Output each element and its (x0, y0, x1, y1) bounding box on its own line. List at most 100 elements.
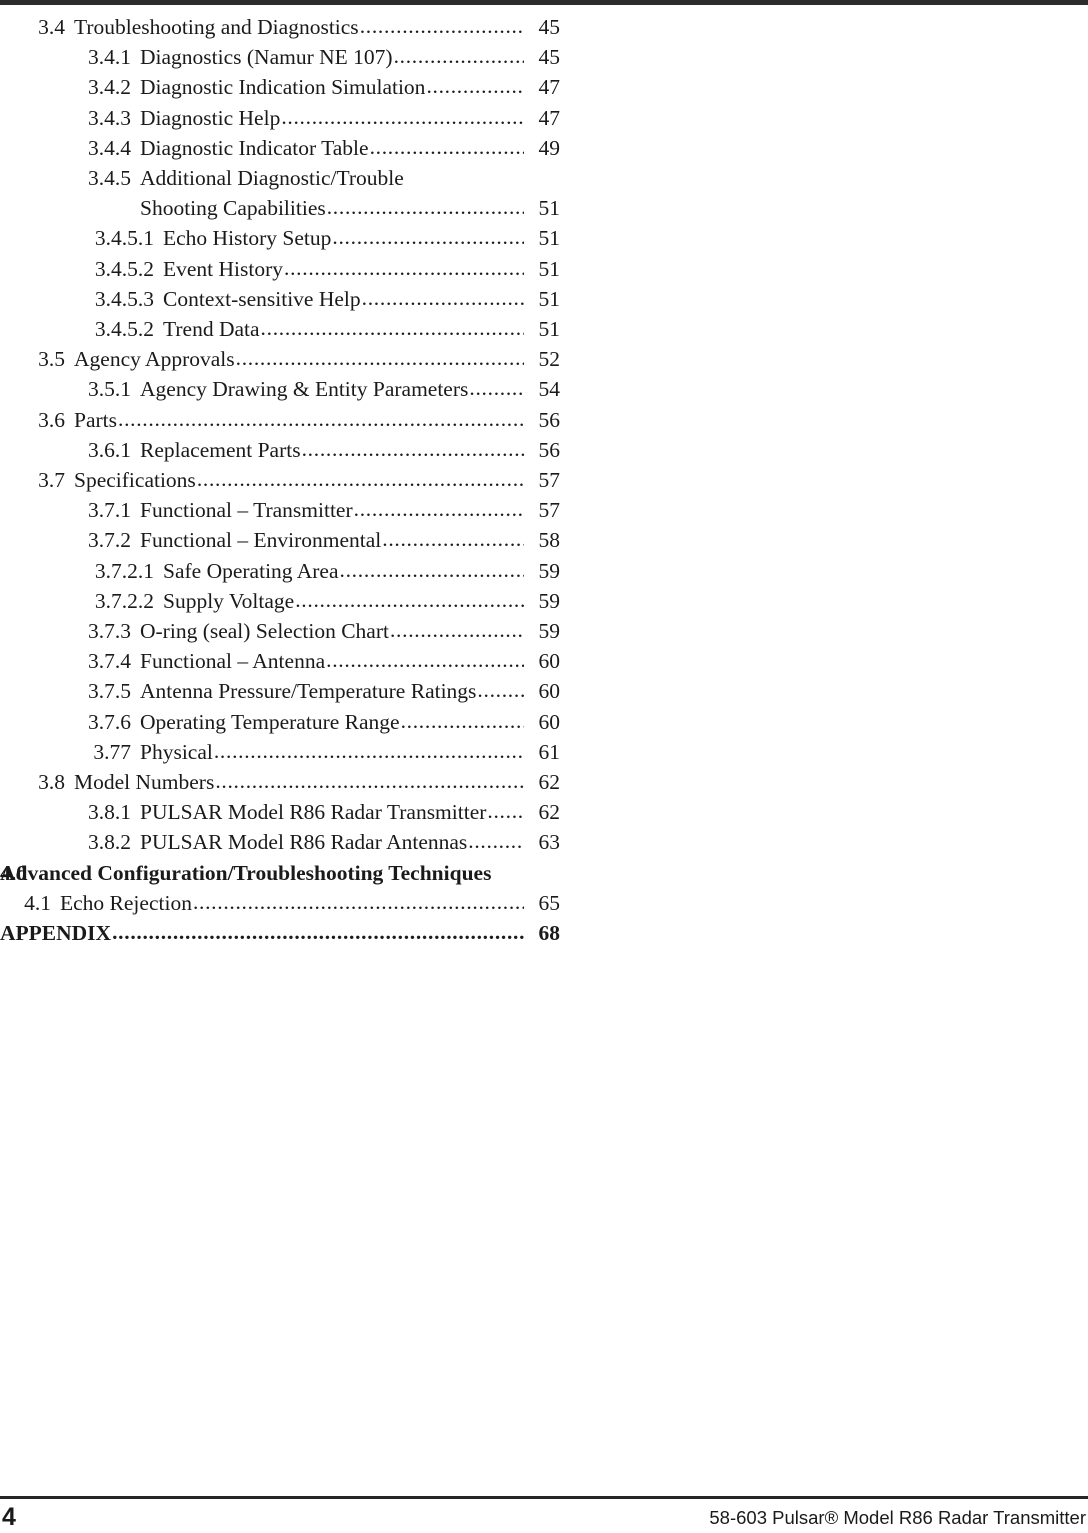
toc-entry-title: Advanced Configuration/Troubleshooting T… (0, 860, 492, 885)
dot-leader (468, 373, 524, 403)
toc-entry-number: 3.4.5.2 (94, 256, 154, 281)
toc-entry-number: 3.6 (38, 407, 65, 432)
toc-entry-title: Operating Temperature Range (140, 709, 400, 734)
dot-leader (117, 404, 524, 434)
toc-entry-number: 3.5 (38, 347, 65, 372)
dot-leader (235, 343, 524, 373)
dot-leader (196, 464, 524, 494)
toc-entry[interactable]: 3.4.5.2 Event History 51 (0, 254, 560, 284)
toc-entry-page: 51 (538, 196, 561, 221)
toc-entry[interactable]: 3.4.5.2 Trend Data 51 (0, 314, 560, 344)
toc-entry-number: 3.4.1 (88, 45, 131, 70)
toc-entry[interactable]: 4.1 Echo Rejection 65 (0, 888, 560, 918)
toc-entry[interactable]: 3.7.2.2 Supply Voltage 59 (0, 586, 560, 616)
toc-entry-page: 59 (538, 619, 561, 644)
dot-leader (192, 887, 524, 917)
toc-entry-title: O-ring (seal) Selection Chart (140, 619, 389, 644)
toc-entry[interactable]: 3.4.4 Diagnostic Indicator Table 49 (0, 133, 560, 163)
dot-leader (280, 102, 524, 132)
toc-entry-title: Trend Data (163, 317, 260, 342)
toc-entry-page: 60 (538, 679, 561, 704)
toc-entry-page: 57 (538, 498, 561, 523)
toc-entry-title: Model Numbers (74, 770, 215, 795)
toc-entry-title: Echo History Setup (163, 226, 332, 251)
toc-entry-title: Supply Voltage (163, 588, 295, 613)
toc-entry[interactable]: 3.77 Physical 61 (0, 737, 560, 767)
toc-entry[interactable]: 3.7.2.1 Safe Operating Area 59 (0, 556, 560, 586)
toc-entry-title: Agency Approvals (74, 347, 235, 372)
toc-entry-page: 63 (538, 830, 561, 855)
toc-entry-page: 58 (538, 528, 561, 553)
toc-entry[interactable]: 3.4.2 Diagnostic Indication Simulation 4… (0, 72, 560, 102)
toc-entry[interactable]: 3.8.2 PULSAR Model R86 Radar Antennas 63 (0, 827, 560, 857)
toc-entry-page: 68 (538, 921, 561, 946)
toc-entry[interactable]: 3.7.6 Operating Temperature Range 60 (0, 707, 560, 737)
toc-entry-page: 49 (538, 135, 561, 160)
toc-entry-page: 47 (538, 105, 561, 130)
toc-entry-page: 61 (538, 739, 561, 764)
toc-entry-number: 3.6.1 (88, 437, 131, 462)
toc-entry-page: 62 (538, 770, 561, 795)
toc-entry[interactable]: 3.8.1 PULSAR Model R86 Radar Transmitter… (0, 797, 560, 827)
toc-appendix-entry[interactable]: APPENDIX 68 (0, 918, 560, 948)
dot-leader (381, 524, 524, 554)
toc-entry-continuation[interactable]: Shooting Capabilities 51 (0, 193, 560, 223)
toc-entry[interactable]: 3.5.1 Agency Drawing & Entity Parameters… (0, 374, 560, 404)
toc-entry[interactable]: 3.4 Troubleshooting and Diagnostics 45 (0, 12, 560, 42)
toc-entry-title: Diagnostic Help (140, 105, 281, 130)
toc-entry-title: Specifications (74, 468, 196, 493)
toc-entry-title: Additional Diagnostic/Trouble (140, 166, 404, 191)
toc-entry[interactable]: 3.7.4 Functional – Antenna 60 (0, 646, 560, 676)
toc-entry[interactable]: 3.7.2 Functional – Environmental 58 (0, 525, 560, 555)
toc-entry[interactable]: 3.7.5 Antenna Pressure/Temperature Ratin… (0, 676, 560, 706)
toc-entry[interactable]: 3.4.5.3 Context-sensitive Help 51 (0, 284, 560, 314)
toc-entry[interactable]: 3.6 Parts 56 (0, 405, 560, 435)
toc-entry-title: Context-sensitive Help (163, 286, 361, 311)
table-of-contents: 3.4 Troubleshooting and Diagnostics 45 3… (0, 12, 560, 948)
toc-entry-title: Diagnostic Indicator Table (140, 135, 369, 160)
toc-entry-number: 3.8 (38, 770, 65, 795)
toc-entry[interactable]: 3.4.5.1 Echo History Setup 51 (0, 223, 560, 253)
toc-entry-number: 3.8.1 (88, 800, 131, 825)
toc-entry-title: Agency Drawing & Entity Parameters (140, 377, 469, 402)
dot-leader (369, 132, 524, 162)
dot-leader (301, 434, 524, 464)
toc-chapter-heading[interactable]: 4.0 Advanced Configuration/Troubleshooti… (0, 858, 560, 888)
toc-entry-title: Physical (140, 739, 213, 764)
toc-entry-number: 3.7.2.2 (94, 588, 154, 613)
toc-entry-number: 3.7.2.1 (94, 558, 154, 583)
toc-entry-page: 62 (538, 800, 561, 825)
toc-entry[interactable]: 3.4.1 Diagnostics (Namur NE 107) 45 (0, 42, 560, 72)
dot-leader (283, 253, 524, 283)
toc-entry-number: 3.4.4 (88, 135, 131, 160)
toc-entry-number: 3.5.1 (88, 377, 131, 402)
toc-entry-title: Replacement Parts (140, 437, 301, 462)
toc-entry[interactable]: 3.8 Model Numbers 62 (0, 767, 560, 797)
dot-leader (389, 615, 524, 645)
toc-entry-number: 3.7.3 (88, 619, 131, 644)
toc-entry-number: 3.77 (93, 739, 131, 764)
toc-entry[interactable]: 3.4.5 Additional Diagnostic/Trouble (0, 163, 560, 193)
toc-entry-number: 3.7.1 (88, 498, 131, 523)
toc-entry-number: 3.7.6 (88, 709, 131, 734)
toc-entry-title: Troubleshooting and Diagnostics (74, 15, 359, 39)
toc-entry-number: 3.7.2 (88, 528, 131, 553)
toc-entry[interactable]: 3.7.1 Functional – Transmitter 57 (0, 495, 560, 525)
toc-entry[interactable]: 3.6.1 Replacement Parts 56 (0, 435, 560, 465)
toc-entry[interactable]: 3.7.3 O-ring (seal) Selection Chart 59 (0, 616, 560, 646)
document-page: 3.4 Troubleshooting and Diagnostics 45 3… (0, 0, 1088, 1533)
dot-leader (111, 917, 524, 947)
page-top-edge-band (0, 0, 1088, 5)
toc-entry[interactable]: 3.5 Agency Approvals 52 (0, 344, 560, 374)
dot-leader (339, 555, 524, 585)
dot-leader (213, 736, 524, 766)
toc-entry[interactable]: 3.7 Specifications 57 (0, 465, 560, 495)
dot-leader (331, 222, 524, 252)
toc-entry[interactable]: 3.4.3 Diagnostic Help 47 (0, 103, 560, 133)
toc-entry-number: 3.7 (38, 468, 65, 493)
toc-entry-page: 51 (538, 226, 561, 251)
footer-divider (0, 1496, 1088, 1499)
toc-entry-page: 56 (538, 407, 561, 432)
toc-entry-title: Functional – Antenna (140, 649, 326, 674)
toc-entry-title: Echo Rejection (60, 890, 192, 915)
